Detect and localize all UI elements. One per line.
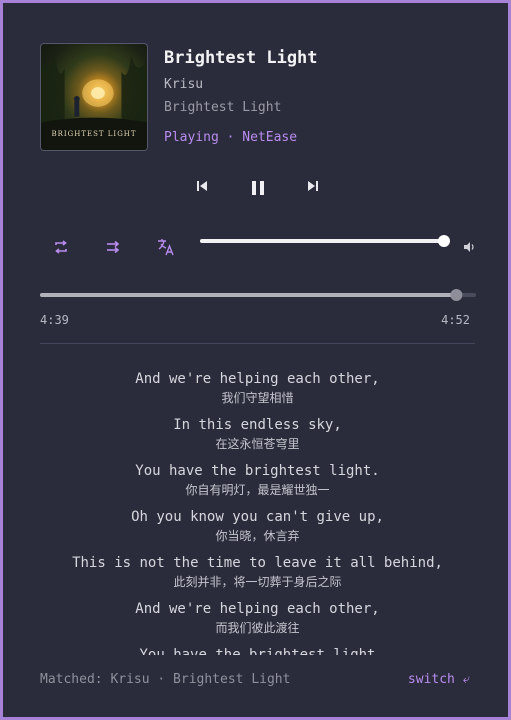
lyric-line: And we're helping each other, 而我们彼此渡往 bbox=[40, 600, 475, 636]
playback-status: Playing · NetEase bbox=[164, 130, 298, 145]
lyric-line: And we're helping each other, 我们守望相惜 bbox=[40, 370, 475, 406]
volume-thumb[interactable] bbox=[438, 235, 450, 247]
lyric-original: Oh you know you can't give up, bbox=[131, 509, 384, 525]
track-title: Brightest Light bbox=[164, 48, 318, 68]
volume-icon bbox=[463, 242, 474, 252]
lyric-translation: 此刻并非，将一切葬于身后之际 bbox=[173, 575, 342, 589]
lyric-line: You have the brightest light bbox=[40, 646, 475, 655]
track-album: Brightest Light bbox=[164, 100, 282, 115]
lyric-original: And we're helping each other, bbox=[135, 601, 380, 617]
progress-fill bbox=[40, 293, 457, 297]
lyric-original: You have the brightest light bbox=[139, 647, 376, 655]
lyric-line: This is not the time to leave it all beh… bbox=[40, 554, 475, 590]
switch-button[interactable]: switch ⤶ bbox=[408, 672, 470, 687]
lyric-line: Oh you know you can't give up, 你当晓，休言弃 bbox=[40, 508, 475, 544]
lyric-translation: 我们守望相惜 bbox=[221, 391, 294, 405]
next-button[interactable] bbox=[302, 175, 324, 197]
repeat-button[interactable] bbox=[50, 236, 72, 258]
volume-slider[interactable] bbox=[195, 231, 457, 251]
sequential-play-icon bbox=[107, 240, 120, 254]
pause-icon bbox=[252, 181, 264, 195]
pause-button[interactable] bbox=[246, 176, 270, 200]
elapsed-time: 4:39 bbox=[40, 313, 69, 327]
divider bbox=[40, 343, 475, 344]
volume-button[interactable] bbox=[461, 239, 477, 255]
player-window: BRIGHTEST LIGHT Brightest Light Krisu Br… bbox=[0, 0, 511, 720]
lyric-original: And we're helping each other, bbox=[135, 371, 380, 387]
track-artist: Krisu bbox=[164, 77, 204, 92]
translate-icon bbox=[158, 239, 174, 256]
lyric-translation: 在这永恒苍穹里 bbox=[215, 437, 300, 451]
volume-fill bbox=[200, 239, 444, 243]
lyric-translation: 你当晓，休言弃 bbox=[215, 529, 300, 543]
lyric-original: In this endless sky, bbox=[173, 417, 342, 433]
album-cover: BRIGHTEST LIGHT bbox=[40, 43, 148, 151]
translate-button[interactable] bbox=[155, 236, 177, 258]
lyric-original: You have the brightest light. bbox=[135, 463, 380, 479]
lyric-translation: 你自有明灯，最是耀世独一 bbox=[185, 483, 330, 497]
lyrics-panel[interactable]: And we're helping each other, 我们守望相惜 In th… bbox=[40, 353, 475, 655]
skip-next-icon bbox=[308, 181, 318, 191]
cover-title-text: BRIGHTEST LIGHT bbox=[51, 130, 137, 138]
lyric-original: This is not the time to leave it all beh… bbox=[72, 555, 443, 571]
lyric-line: In this endless sky, 在这永恒苍穹里 bbox=[40, 416, 475, 452]
progress-thumb[interactable] bbox=[450, 289, 463, 301]
total-duration: 4:52 bbox=[441, 313, 470, 327]
play-order-button[interactable] bbox=[102, 236, 124, 258]
skip-previous-icon bbox=[197, 181, 207, 191]
lyric-line: You have the brightest light. 你自有明灯，最是耀世独… bbox=[40, 462, 475, 498]
matched-info: Matched: Krisu · Brightest Light bbox=[40, 672, 291, 687]
lyric-translation: 而我们彼此渡往 bbox=[215, 621, 300, 635]
previous-button[interactable] bbox=[191, 175, 213, 197]
progress-bar[interactable] bbox=[38, 286, 478, 304]
repeat-icon bbox=[55, 240, 67, 254]
